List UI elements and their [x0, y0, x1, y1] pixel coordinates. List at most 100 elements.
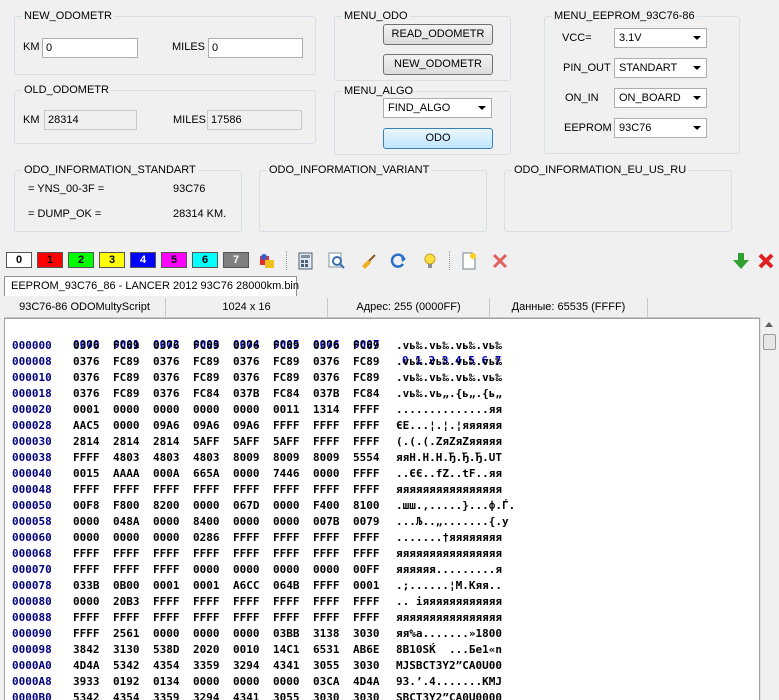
- hex-cell[interactable]: 0000: [313, 562, 340, 578]
- hex-cell[interactable]: 5AFF: [273, 434, 300, 450]
- hex-cell[interactable]: FFFF: [313, 482, 340, 498]
- hex-cell[interactable]: FFFF: [153, 594, 180, 610]
- hex-cell[interactable]: 2814: [113, 434, 140, 450]
- download-arrow-icon[interactable]: [732, 252, 750, 270]
- close-icon[interactable]: [757, 252, 775, 270]
- hex-cell[interactable]: 3842: [73, 642, 100, 658]
- hex-cell[interactable]: 3055: [273, 690, 300, 700]
- hex-cell[interactable]: 0376: [313, 370, 340, 386]
- hex-cell[interactable]: 0134: [153, 674, 180, 690]
- hex-cell[interactable]: FFFF: [233, 546, 260, 562]
- hex-cell[interactable]: 3030: [353, 658, 380, 674]
- hex-cell[interactable]: FFFF: [353, 610, 380, 626]
- hex-cell[interactable]: FC89: [113, 338, 140, 354]
- onin-select[interactable]: ON_BOARD: [614, 88, 707, 108]
- hex-cell[interactable]: 0192: [113, 674, 140, 690]
- hex-cell[interactable]: 538D: [153, 642, 180, 658]
- hex-cell[interactable]: 5AFF: [233, 434, 260, 450]
- color-box-4[interactable]: 4: [130, 252, 156, 268]
- hex-cell[interactable]: 0376: [153, 338, 180, 354]
- delete-icon[interactable]: [491, 252, 509, 270]
- hex-cell[interactable]: 3359: [153, 690, 180, 700]
- hex-cell[interactable]: FC89: [353, 354, 380, 370]
- hex-cell[interactable]: FFFF: [313, 610, 340, 626]
- palette-icon[interactable]: [258, 252, 276, 270]
- hex-cell[interactable]: FC84: [353, 386, 380, 402]
- new-odometr-button[interactable]: NEW_ODOMETR: [383, 54, 493, 75]
- hex-cell[interactable]: 4D4A: [353, 674, 380, 690]
- hex-cell[interactable]: 0000: [153, 402, 180, 418]
- hex-cell[interactable]: 0010: [233, 642, 260, 658]
- hex-cell[interactable]: FFFF: [313, 594, 340, 610]
- hex-cell[interactable]: 0000: [193, 402, 220, 418]
- hex-cell[interactable]: FFFF: [193, 610, 220, 626]
- hex-cell[interactable]: FFFF: [313, 434, 340, 450]
- hex-cell[interactable]: 8200: [153, 498, 180, 514]
- hex-cell[interactable]: FFFF: [313, 578, 340, 594]
- hex-cell[interactable]: 0376: [153, 386, 180, 402]
- hex-cell[interactable]: FFFF: [113, 562, 140, 578]
- hex-cell[interactable]: 4354: [153, 658, 180, 674]
- hex-cell[interactable]: 0000: [193, 498, 220, 514]
- hex-cell[interactable]: 4803: [113, 450, 140, 466]
- hex-cell[interactable]: 0376: [73, 386, 100, 402]
- hex-cell[interactable]: 4354: [113, 690, 140, 700]
- hex-cell[interactable]: 20B3: [113, 594, 140, 610]
- hex-cell[interactable]: 033B: [73, 578, 100, 594]
- hex-cell[interactable]: 0000: [233, 514, 260, 530]
- hex-cell[interactable]: 3294: [233, 658, 260, 674]
- new-miles-input[interactable]: 0: [208, 38, 303, 58]
- hex-cell[interactable]: FFFF: [153, 610, 180, 626]
- hex-cell[interactable]: FC84: [273, 386, 300, 402]
- hex-cell[interactable]: 048A: [113, 514, 140, 530]
- hex-cell[interactable]: 09A6: [233, 418, 260, 434]
- hex-cell[interactable]: 8009: [313, 450, 340, 466]
- hex-cell[interactable]: 665A: [193, 466, 220, 482]
- color-box-5[interactable]: 5: [161, 252, 187, 268]
- hex-cell[interactable]: FFFF: [113, 610, 140, 626]
- hex-cell[interactable]: 4D4A: [73, 658, 100, 674]
- hex-cell[interactable]: 000A: [153, 466, 180, 482]
- hex-cell[interactable]: 0001: [193, 578, 220, 594]
- hex-cell[interactable]: 0001: [353, 578, 380, 594]
- file-tab[interactable]: EEPROM_93C76_86 - LANCER 2012 93C76 2800…: [4, 276, 299, 296]
- hex-cell[interactable]: FC89: [353, 370, 380, 386]
- hex-cell[interactable]: F400: [313, 498, 340, 514]
- hex-cell[interactable]: 4803: [193, 450, 220, 466]
- hex-cell[interactable]: 5342: [73, 690, 100, 700]
- hex-cell[interactable]: 0376: [73, 354, 100, 370]
- hex-cell[interactable]: FFFF: [233, 594, 260, 610]
- hex-cell[interactable]: 3130: [113, 642, 140, 658]
- hex-cell[interactable]: 3933: [73, 674, 100, 690]
- hex-cell[interactable]: 3030: [313, 690, 340, 700]
- hex-cell[interactable]: FFFF: [113, 482, 140, 498]
- hex-cell[interactable]: 0000: [113, 530, 140, 546]
- hex-cell[interactable]: 09A6: [193, 418, 220, 434]
- hex-cell[interactable]: 0000: [113, 418, 140, 434]
- hex-cell[interactable]: 2814: [153, 434, 180, 450]
- hex-cell[interactable]: 3294: [193, 690, 220, 700]
- hex-view[interactable]: 0000 0001 0002 0003 0004 0005 0006 0007 0 1 2 3…: [4, 318, 760, 700]
- old-miles-input[interactable]: 17586: [207, 110, 302, 130]
- brush-icon[interactable]: [359, 252, 377, 270]
- hex-cell[interactable]: 0000: [153, 530, 180, 546]
- hex-cell[interactable]: FFFF: [273, 594, 300, 610]
- hex-cell[interactable]: FFFF: [273, 530, 300, 546]
- hex-cell[interactable]: FFFF: [313, 530, 340, 546]
- hex-cell[interactable]: 0079: [353, 514, 380, 530]
- hex-cell[interactable]: 0011: [273, 402, 300, 418]
- hex-cell[interactable]: 5342: [113, 658, 140, 674]
- hex-cell[interactable]: FFFF: [353, 402, 380, 418]
- hex-cell[interactable]: 8009: [233, 450, 260, 466]
- hex-cell[interactable]: FFFF: [353, 466, 380, 482]
- hex-cell[interactable]: FFFF: [73, 482, 100, 498]
- hex-cell[interactable]: 14C1: [273, 642, 300, 658]
- hex-cell[interactable]: 3359: [193, 658, 220, 674]
- color-box-6[interactable]: 6: [192, 252, 218, 268]
- hex-cell[interactable]: 00FF: [353, 562, 380, 578]
- hex-cell[interactable]: FC89: [193, 354, 220, 370]
- hex-cell[interactable]: 0376: [73, 370, 100, 386]
- read-odometr-button[interactable]: READ_ODOMETR: [383, 24, 493, 45]
- hex-cell[interactable]: FFFF: [193, 594, 220, 610]
- hex-cell[interactable]: 064B: [273, 578, 300, 594]
